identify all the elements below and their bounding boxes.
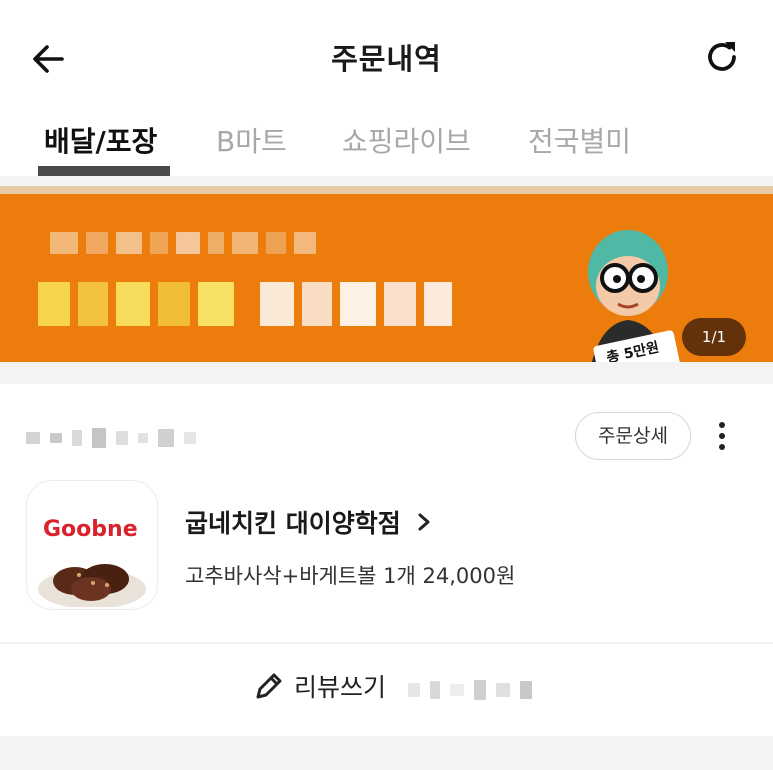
tab-delivery-pickup[interactable]: 배달/포장 xyxy=(44,120,157,160)
page-title: 주문내역 xyxy=(331,42,442,76)
order-menu-summary: 고추바사삭+바게트볼 1개 24,000원 xyxy=(185,564,516,588)
order-date-blurred xyxy=(26,428,196,448)
pencil-icon xyxy=(256,673,282,699)
write-review-button[interactable]: 리뷰쓰기 xyxy=(0,644,773,736)
app-header: 주문내역 xyxy=(0,0,773,110)
bottom-spacer xyxy=(0,736,773,770)
write-review-label: 리뷰쓰기 xyxy=(294,673,387,702)
refresh-icon[interactable] xyxy=(701,36,743,78)
banner-page-counter: 1/1 xyxy=(682,318,746,356)
tab-shopping-live[interactable]: 쇼핑라이브 xyxy=(342,120,471,160)
banner-blurred-headline xyxy=(38,282,452,326)
promo-banner-area: 총 5만원 1/1 xyxy=(0,176,773,384)
review-button-content: 리뷰쓰기 xyxy=(252,668,386,704)
store-logo[interactable]: Goobne xyxy=(26,480,158,610)
order-detail-button[interactable]: 주문상세 xyxy=(575,412,691,460)
store-name: 굽네치킨 대이양학점 xyxy=(185,509,401,538)
chevron-right-icon xyxy=(418,513,430,531)
store-name-link[interactable]: 굽네치킨 대이양학점 xyxy=(185,504,433,540)
review-deadline-blurred xyxy=(408,644,558,736)
active-tab-indicator xyxy=(38,166,170,176)
banner-top-strip xyxy=(0,186,773,194)
tab-bmart[interactable]: B마트 xyxy=(216,120,287,160)
store-logo-text: Goobne xyxy=(43,517,138,542)
more-options-icon[interactable] xyxy=(710,420,734,452)
tab-local-delicacies[interactable]: 전국별미 xyxy=(528,120,631,160)
banner-blurred-subtitle xyxy=(50,232,316,254)
promo-banner[interactable]: 총 5만원 1/1 xyxy=(0,194,773,362)
chicken-photo xyxy=(38,564,146,607)
order-card: 주문상세 Goobne 굽네치킨 대이양학점 고추바사삭+바게트볼 1개 24,… xyxy=(0,384,773,642)
